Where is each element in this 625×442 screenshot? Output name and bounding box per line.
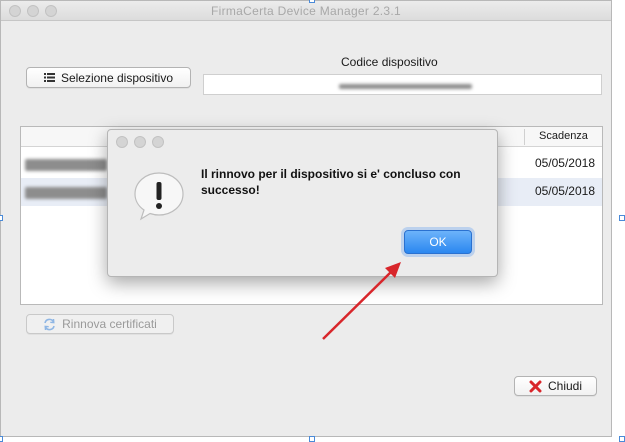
resize-handle-top[interactable] xyxy=(309,0,315,3)
resize-handle-bottom-left[interactable] xyxy=(0,436,3,442)
resize-handle-right[interactable] xyxy=(619,215,625,221)
annotation-arrow-layer xyxy=(322,262,401,340)
app-window: FirmaCerta Device Manager 2.3.1 Selezion… xyxy=(0,0,612,437)
resize-handle-bottom-right[interactable] xyxy=(619,436,625,442)
annotation-arrow xyxy=(322,262,401,340)
resize-handle-left[interactable] xyxy=(0,215,3,221)
resize-handle-bottom[interactable] xyxy=(309,436,315,442)
